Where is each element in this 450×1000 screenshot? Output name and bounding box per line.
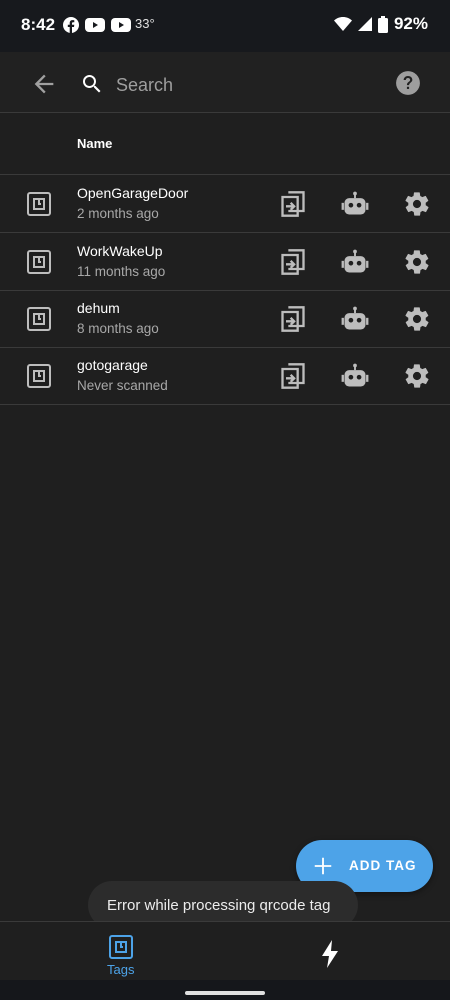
nfc-tag-icon <box>27 307 51 331</box>
nav-tags-label: Tags <box>107 962 135 977</box>
execute-tag-icon[interactable] <box>279 248 307 276</box>
battery-level: 92% <box>393 14 428 33</box>
robot-icon[interactable] <box>341 190 369 218</box>
facebook-icon <box>63 17 79 33</box>
tag-last-scanned: Never scanned <box>77 378 168 393</box>
youtube-icon <box>111 18 131 32</box>
nfc-tag-icon <box>27 192 51 216</box>
robot-icon[interactable] <box>341 248 369 276</box>
nfc-tag-icon <box>27 364 51 388</box>
wifi-icon <box>333 17 352 31</box>
table-header: Name <box>0 113 450 175</box>
system-indicators: 92% <box>333 14 428 34</box>
status-bar: 8:42 33° 92% <box>0 0 450 52</box>
youtube-icon <box>85 18 105 32</box>
robot-icon[interactable] <box>341 362 369 390</box>
app-bar <box>0 52 450 113</box>
table-row[interactable]: OpenGarageDoor 2 months ago <box>0 175 450 233</box>
tag-name: gotogarage <box>77 357 148 373</box>
toast-message: Error while processing qrcode tag <box>107 897 331 914</box>
execute-tag-icon[interactable] <box>279 190 307 218</box>
table-row[interactable]: dehum 8 months ago <box>0 290 450 348</box>
add-tag-label: ADD TAG <box>349 858 417 873</box>
help-icon[interactable] <box>395 70 421 96</box>
plus-icon <box>314 857 332 875</box>
status-temperature: 33° <box>135 16 155 31</box>
bottom-navigation: Tags <box>0 921 450 981</box>
gesture-bar <box>0 980 450 1000</box>
tag-last-scanned: 2 months ago <box>77 206 159 221</box>
search-input[interactable] <box>114 70 378 100</box>
lightning-icon[interactable] <box>317 940 343 968</box>
gear-icon[interactable] <box>403 190 431 218</box>
tag-last-scanned: 8 months ago <box>77 321 159 336</box>
robot-icon[interactable] <box>341 305 369 333</box>
tag-last-scanned: 11 months ago <box>77 264 166 279</box>
cell-signal-icon <box>357 17 372 31</box>
gear-icon[interactable] <box>403 248 431 276</box>
table-row[interactable]: gotogarage Never scanned <box>0 347 450 405</box>
nav-item-tags[interactable]: Tags <box>98 932 146 977</box>
battery-icon <box>377 15 388 33</box>
column-header-name[interactable]: Name <box>77 136 112 151</box>
tag-name: WorkWakeUp <box>77 243 163 259</box>
execute-tag-icon[interactable] <box>279 362 307 390</box>
search-icon <box>83 75 101 93</box>
notification-icons <box>63 17 131 33</box>
gear-icon[interactable] <box>403 362 431 390</box>
execute-tag-icon[interactable] <box>279 305 307 333</box>
table-row[interactable]: WorkWakeUp 11 months ago <box>0 233 450 291</box>
home-handle[interactable] <box>185 991 265 995</box>
gear-icon[interactable] <box>403 305 431 333</box>
nfc-tag-icon <box>109 935 133 959</box>
status-time: 8:42 <box>21 15 56 34</box>
tag-name: OpenGarageDoor <box>77 185 189 201</box>
nfc-tag-icon <box>27 250 51 274</box>
back-arrow-icon[interactable] <box>30 70 58 98</box>
tag-name: dehum <box>77 300 120 316</box>
